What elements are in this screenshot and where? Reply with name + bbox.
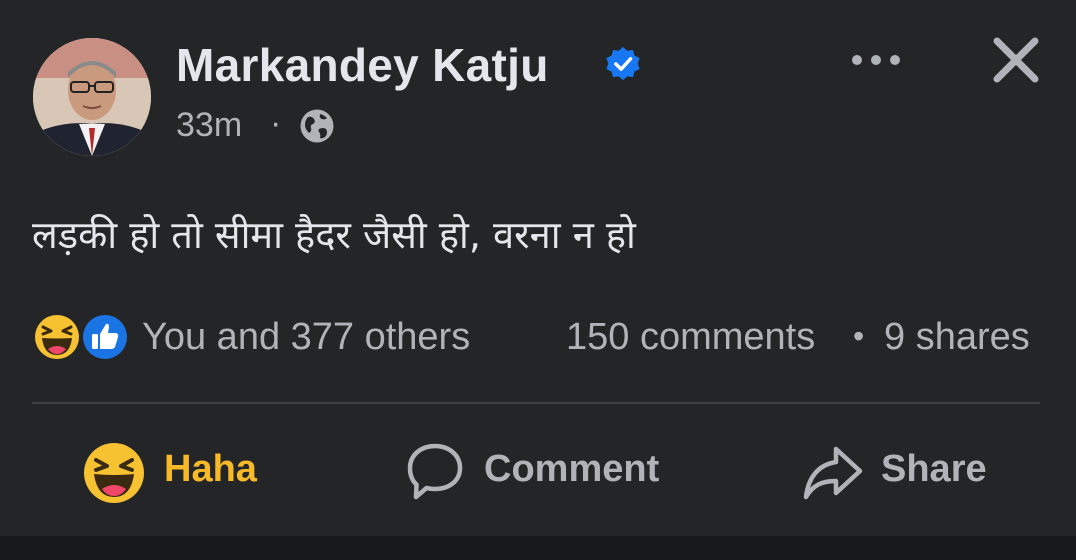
avatar-image <box>33 38 151 156</box>
post-time[interactable]: 33m <box>176 106 242 145</box>
haha-reaction-icon[interactable] <box>32 312 82 362</box>
reactors-summary[interactable]: You and 377 others <box>142 316 470 359</box>
shares-count[interactable]: 9 shares <box>884 316 1030 359</box>
post-text: लड़की हो तो सीमा हैदर जैसी हो, वरना न हो <box>32 213 636 257</box>
haha-label: Haha <box>164 448 257 490</box>
verified-badge-icon <box>606 46 640 81</box>
author-name[interactable]: Markandey Katju <box>176 38 549 92</box>
close-icon[interactable] <box>990 34 1042 86</box>
bottom-strip <box>0 536 1076 560</box>
comment-button[interactable]: Comment <box>402 438 682 508</box>
more-options-icon[interactable] <box>846 42 906 78</box>
comments-count[interactable]: 150 comments <box>566 316 815 359</box>
share-button[interactable]: Share <box>798 438 1008 508</box>
share-icon <box>803 446 863 500</box>
meta-separator: · <box>270 104 282 142</box>
globe-icon <box>300 109 334 143</box>
author-avatar[interactable] <box>33 38 151 156</box>
divider <box>32 402 1040 404</box>
comment-label: Comment <box>484 448 660 490</box>
haha-icon <box>84 443 144 503</box>
post-card: Markandey Katju 33m · लड़की हो तो सीमा ह… <box>0 0 1076 536</box>
share-label: Share <box>881 448 987 490</box>
stats-separator: • <box>853 318 865 354</box>
comment-icon <box>407 443 463 500</box>
haha-reaction-button[interactable]: Haha <box>82 438 282 508</box>
like-reaction-icon[interactable] <box>80 312 130 362</box>
